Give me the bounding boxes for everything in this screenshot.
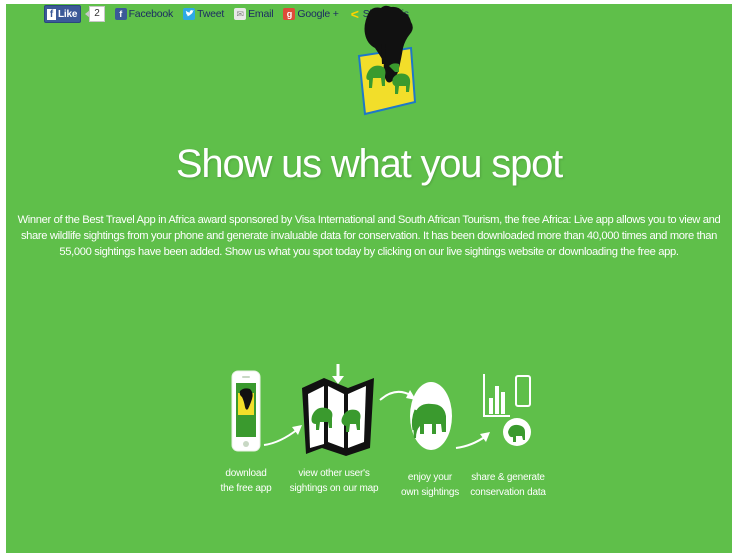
facebook-icon: f [114,8,127,20]
elephant-icon[interactable] [408,380,454,452]
like-count: 2 [85,6,105,22]
share-email-link[interactable]: ✉ Email [234,8,274,20]
page-title: Show us what you spot [175,142,563,186]
step-download-label: download the free app [206,466,286,496]
step-map-label: view other user's sightings on our map [284,466,384,496]
google-plus-icon: g [283,8,296,20]
africa-live-logo[interactable] [355,4,419,116]
app-description: Winner of the Best Travel App in Africa … [17,214,721,258]
step-download-line2: the free app [220,483,272,494]
page: f Like 2 f Facebook Tweet ✉ Email g Goog… [6,4,732,553]
step-share-line1: share & generate [471,472,545,483]
share-tweet-label: Tweet [197,8,225,20]
share-google-plus-link[interactable]: g Google + [283,8,339,20]
email-icon: ✉ [234,8,247,20]
twitter-icon [183,8,196,20]
share-tweet-link[interactable]: Tweet [183,8,224,20]
step-map-line1: view other user's [298,468,370,479]
step-download-line1: download [225,468,267,479]
steps-infographic: download the free app view other user's … [6,364,732,514]
africa-logo-icon [357,5,417,116]
like-label: Like [58,8,78,20]
step-share-line2: conservation data [470,487,546,498]
data-share-icon[interactable] [480,370,540,462]
step-share-label: share & generate conservation data [458,470,558,500]
phone-app-icon[interactable] [230,369,262,453]
share-facebook-link[interactable]: f Facebook [114,8,174,20]
facebook-icon: f [47,8,56,20]
share-facebook-label: Facebook [128,8,174,20]
step-map-line2: sightings on our map [289,483,379,494]
share-google-plus-label: Google + [297,8,339,20]
facebook-like-button[interactable]: f Like [44,5,82,23]
map-icon[interactable] [298,364,378,456]
share-email-label: Email [248,8,274,20]
